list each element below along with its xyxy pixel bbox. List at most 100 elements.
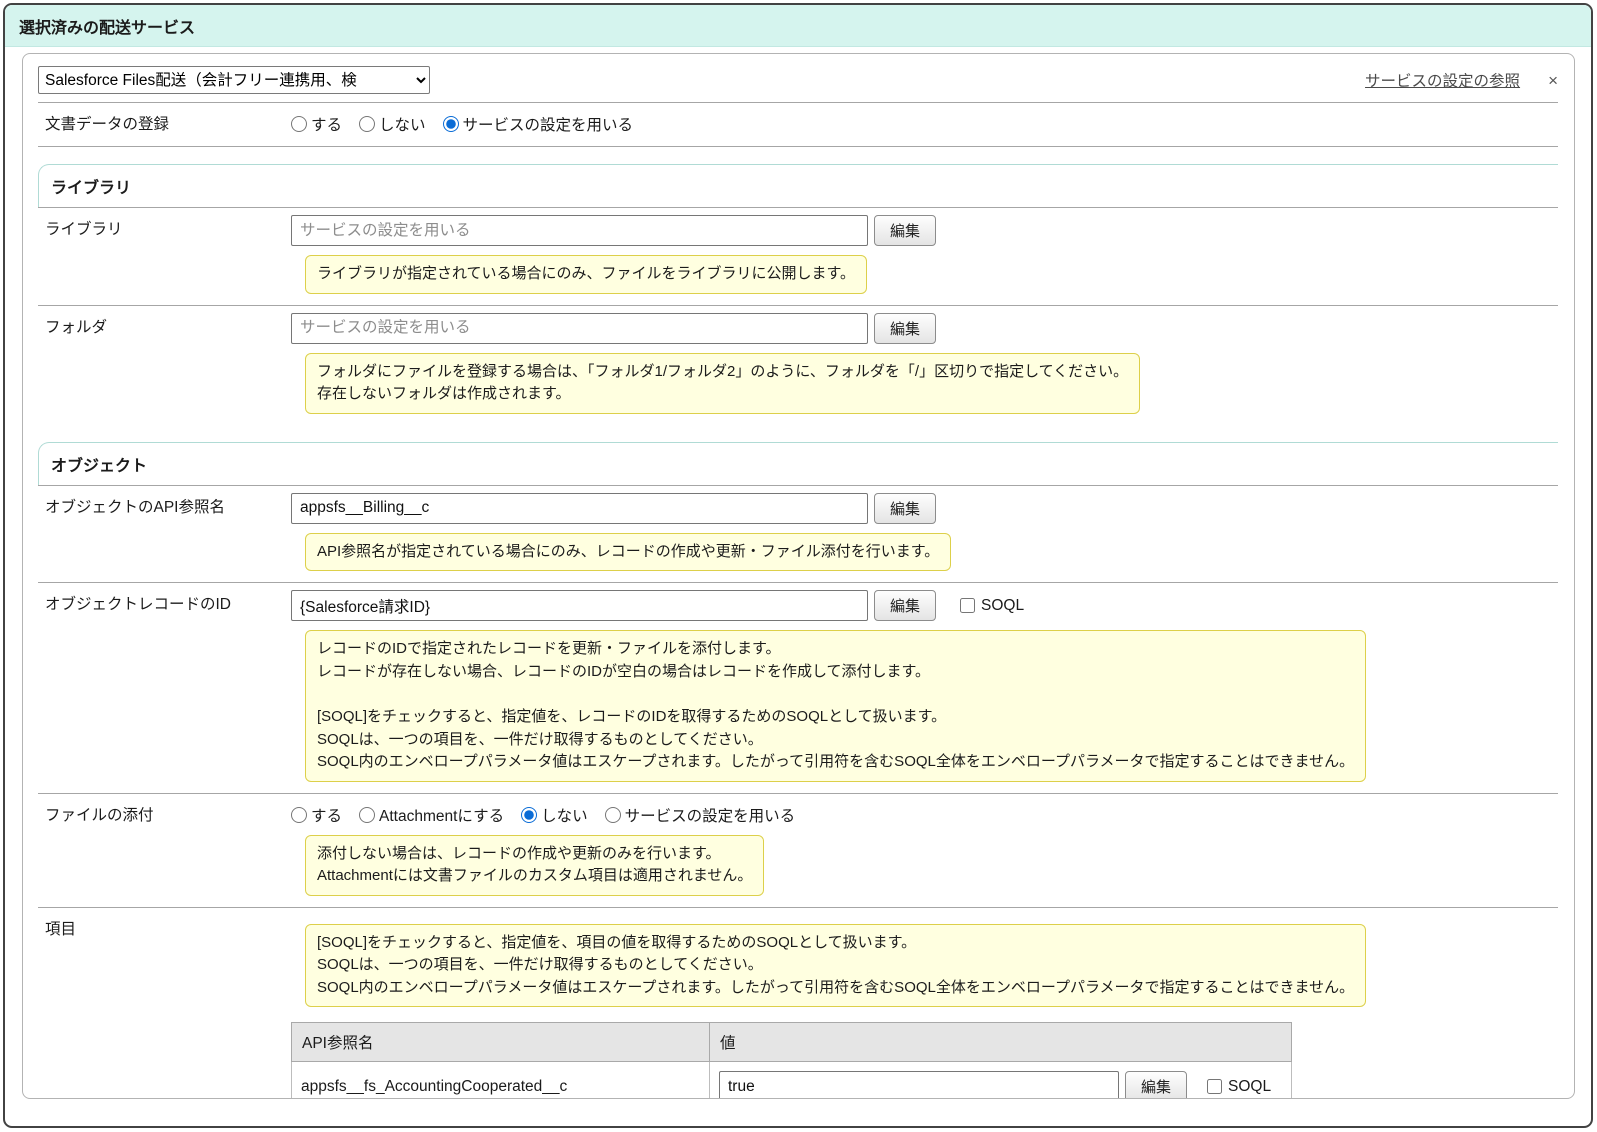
record-id-soql-option[interactable]: SOQL — [960, 597, 1024, 615]
folder-content: 編集 フォルダにファイルを登録する場合は、「フォルダ1/フォルダ2」のように、フ… — [286, 306, 1558, 425]
note-line: [SOQL]をチェックすると、指定値を、項目の値を取得するためのSOQLとして扱… — [317, 932, 1354, 955]
attach-options: する Attachmentにする しない サービスの設定を用いる — [291, 801, 1554, 826]
doc-register-radio-service[interactable] — [443, 116, 459, 132]
record-id-content: 編集 SOQL レコードのIDで指定されたレコードを更新・ファイルを添付します。… — [286, 583, 1558, 793]
radio-label: サービスの設定を用いる — [625, 804, 796, 826]
service-settings-link[interactable]: サービスの設定の参照 — [1365, 69, 1520, 91]
record-id-soql-checkbox[interactable] — [960, 598, 975, 613]
doc-register-label: 文書データの登録 — [38, 103, 286, 146]
radio-label: する — [311, 113, 342, 135]
doc-register-content: する しない サービスの設定を用いる — [286, 103, 1558, 146]
attach-option-service[interactable]: サービスの設定を用いる — [605, 804, 796, 826]
radio-label: しない — [379, 113, 426, 135]
note-line: SOQLは、一つの項目を、一件だけ取得するものとしてください。 — [317, 729, 1354, 752]
doc-register-option-dont[interactable]: しない — [359, 113, 426, 135]
folder-edit-button[interactable]: 編集 — [874, 313, 936, 344]
attach-option-attachment[interactable]: Attachmentにする — [359, 804, 504, 826]
fields-table: API参照名 値 appsfs__fs_AccountingCooperated… — [291, 1022, 1292, 1099]
field-edit-button[interactable]: 編集 — [1125, 1071, 1187, 1099]
record-id-field-line: 編集 SOQL — [291, 590, 1554, 621]
note-line: フォルダにファイルを登録する場合は、「フォルダ1/フォルダ2」のように、フォルダ… — [317, 361, 1128, 384]
form-row-record-id: オブジェクトレコードのID 編集 SOQL レコードのIDで指定されたレコードを… — [38, 582, 1558, 793]
attach-content: する Attachmentにする しない サービスの設定を用いる — [286, 794, 1558, 907]
record-id-edit-button[interactable]: 編集 — [874, 590, 936, 621]
record-id-label: オブジェクトレコードのID — [38, 583, 286, 793]
note-line: [SOQL]をチェックすると、指定値を、レコードのIDを取得するためのSOQLと… — [317, 706, 1354, 729]
soql-label-text: SOQL — [981, 597, 1024, 615]
fields-label: 項目 — [38, 908, 286, 1100]
soql-label-text: SOQL — [1228, 1078, 1271, 1096]
fields-note: [SOQL]をチェックすると、指定値を、項目の値を取得するためのSOQLとして扱… — [305, 924, 1366, 1008]
section-title-text: オブジェクト — [51, 458, 147, 475]
close-icon[interactable]: × — [1548, 72, 1558, 89]
section-title-text: ライブラリ — [51, 180, 131, 197]
api-name-input[interactable] — [291, 493, 868, 524]
note-line: 存在しないフォルダは作成されます。 — [317, 383, 1128, 406]
table-row: appsfs__fs_AccountingCooperated__c 編集 SO… — [292, 1062, 1292, 1100]
note-line: API参照名が指定されている場合にのみ、レコードの作成や更新・ファイル添付を行い… — [317, 541, 939, 564]
note-line: SOQL内のエンベロープパラメータ値はエスケープされます。したがって引用符を含む… — [317, 751, 1354, 774]
radio-label: Attachmentにする — [379, 804, 504, 826]
attach-option-dont[interactable]: しない — [521, 804, 588, 826]
column-header-api-name: API参照名 — [292, 1023, 710, 1062]
record-id-note: レコードのIDで指定されたレコードを更新・ファイルを添付します。 レコードが存在… — [305, 630, 1366, 782]
note-line: Attachmentには文書ファイルのカスタム項目は適用されません。 — [317, 865, 752, 888]
page-title-bar: 選択済みの配送サービス — [5, 5, 1591, 47]
library-label: ライブラリ — [38, 208, 286, 305]
field-soql-option[interactable]: SOQL — [1207, 1078, 1271, 1096]
doc-register-radio-dont[interactable] — [359, 116, 375, 132]
radio-label: しない — [541, 804, 588, 826]
field-soql-checkbox[interactable] — [1207, 1079, 1222, 1094]
folder-field-line: 編集 — [291, 313, 1554, 344]
attach-radio-attachment[interactable] — [359, 807, 375, 823]
service-toolbar: Salesforce Files配送（会計フリー連携用、検 サービスの設定の参照… — [36, 64, 1560, 94]
library-input[interactable] — [291, 215, 868, 246]
note-line: レコードのIDで指定されたレコードを更新・ファイルを添付します。 — [317, 638, 1354, 661]
field-value-line: 編集 SOQL — [719, 1071, 1282, 1099]
api-name-content: 編集 API参照名が指定されている場合にのみ、レコードの作成や更新・ファイル添付… — [286, 486, 1558, 583]
section-title-object: オブジェクト — [38, 442, 1558, 485]
doc-register-option-service[interactable]: サービスの設定を用いる — [443, 113, 634, 135]
attach-radio-dont[interactable] — [521, 807, 537, 823]
radio-label: サービスの設定を用いる — [463, 113, 634, 135]
service-config-form: 文書データの登録 する しない サービスの設定を用いる — [38, 102, 1558, 1099]
doc-register-radio-do[interactable] — [291, 116, 307, 132]
form-row-doc-register: 文書データの登録 する しない サービスの設定を用いる — [38, 102, 1558, 147]
service-select[interactable]: Salesforce Files配送（会計フリー連携用、検 — [38, 66, 430, 94]
form-row-api-name: オブジェクトのAPI参照名 編集 API参照名が指定されている場合にのみ、レコー… — [38, 485, 1558, 583]
folder-input[interactable] — [291, 313, 868, 344]
column-header-value: 値 — [710, 1023, 1292, 1062]
library-edit-button[interactable]: 編集 — [874, 215, 936, 246]
api-name-label: オブジェクトのAPI参照名 — [38, 486, 286, 583]
page-title: 選択済みの配送サービス — [19, 20, 195, 37]
doc-register-options: する しない サービスの設定を用いる — [291, 110, 1554, 135]
form-row-folder: フォルダ 編集 フォルダにファイルを登録する場合は、「フォルダ1/フォルダ2」の… — [38, 305, 1558, 425]
library-content: 編集 ライブラリが指定されている場合にのみ、ファイルをライブラリに公開します。 — [286, 208, 1558, 305]
attach-option-do[interactable]: する — [291, 804, 342, 826]
field-value-cell: 編集 SOQL — [710, 1062, 1292, 1100]
api-name-note: API参照名が指定されている場合にのみ、レコードの作成や更新・ファイル添付を行い… — [305, 533, 951, 572]
attach-radio-service[interactable] — [605, 807, 621, 823]
attach-label: ファイルの添付 — [38, 794, 286, 907]
record-id-input[interactable] — [291, 590, 868, 621]
note-line: 添付しない場合は、レコードの作成や更新のみを行います。 — [317, 843, 752, 866]
section-title-library: ライブラリ — [38, 164, 1558, 207]
attach-radio-do[interactable] — [291, 807, 307, 823]
fields-table-header-row: API参照名 値 — [292, 1023, 1292, 1062]
form-row-library: ライブラリ 編集 ライブラリが指定されている場合にのみ、ファイルをライブラリに公… — [38, 207, 1558, 305]
field-value-input[interactable] — [719, 1071, 1119, 1099]
field-api-name: appsfs__fs_AccountingCooperated__c — [292, 1062, 710, 1100]
api-name-edit-button[interactable]: 編集 — [874, 493, 936, 524]
note-blank-line — [317, 683, 1354, 706]
folder-note: フォルダにファイルを登録する場合は、「フォルダ1/フォルダ2」のように、フォルダ… — [305, 353, 1140, 414]
service-config-panel: Salesforce Files配送（会計フリー連携用、検 サービスの設定の参照… — [22, 53, 1575, 1099]
attach-note: 添付しない場合は、レコードの作成や更新のみを行います。 Attachmentには… — [305, 835, 764, 896]
note-line: ライブラリが指定されている場合にのみ、ファイルをライブラリに公開します。 — [317, 263, 855, 286]
doc-register-option-do[interactable]: する — [291, 113, 342, 135]
library-note: ライブラリが指定されている場合にのみ、ファイルをライブラリに公開します。 — [305, 255, 867, 294]
service-toolbar-right: サービスの設定の参照 × — [1365, 69, 1558, 91]
form-row-fields: 項目 [SOQL]をチェックすると、指定値を、項目の値を取得するためのSOQLと… — [38, 907, 1558, 1100]
api-name-field-line: 編集 — [291, 493, 1554, 524]
fields-content: [SOQL]をチェックすると、指定値を、項目の値を取得するためのSOQLとして扱… — [286, 908, 1558, 1100]
note-line: SOQL内のエンベロープパラメータ値はエスケープされます。したがって引用符を含む… — [317, 977, 1354, 1000]
